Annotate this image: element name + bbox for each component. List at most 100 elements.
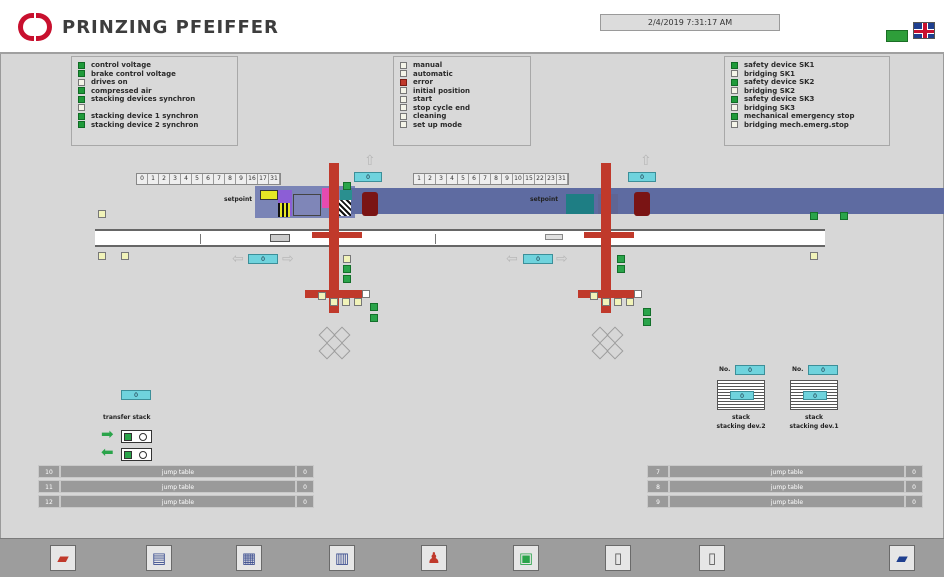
product-block-grey	[293, 194, 321, 216]
jump-table-row[interactable]: 7 jump table 0	[647, 465, 923, 478]
transfer-toggle-1[interactable]	[121, 430, 152, 443]
jump-table-button[interactable]: jump table	[60, 495, 296, 508]
move-right-arrow-icon[interactable]: ⇨	[556, 252, 568, 266]
stack-graphic: 0	[790, 380, 838, 410]
slot-cell[interactable]: 22	[535, 174, 546, 184]
jump-table-button[interactable]: jump table	[669, 465, 905, 478]
counter-right[interactable]: 0	[628, 172, 656, 182]
move-left-arrow-icon[interactable]: ⇦	[506, 252, 518, 266]
jump-table-row[interactable]: 10 jump table 0	[38, 465, 314, 478]
status-panel-machine: control voltage brake control voltage driv…	[71, 56, 238, 146]
toolbar-button[interactable]: ▤	[146, 545, 172, 571]
jump-table-value: 0	[296, 465, 314, 478]
jump-table-row[interactable]: 11 jump table 0	[38, 480, 314, 493]
slot-cell[interactable]: 16	[247, 174, 258, 184]
stack-count[interactable]: 0	[803, 391, 827, 400]
transfer-right-arrow-icon[interactable]: ➡	[101, 427, 114, 442]
language-flag-icon[interactable]	[913, 22, 935, 39]
slot-cell[interactable]: 0	[137, 174, 148, 184]
transfer-left-arrow-icon[interactable]: ⬅	[101, 445, 114, 460]
status-label: bridging mech.emerg.stop	[744, 120, 849, 129]
indicator-led	[343, 265, 351, 273]
slot-cell[interactable]: 1	[414, 174, 425, 184]
setpoint-label-right: setpoint	[530, 196, 559, 203]
toolbar-button[interactable]: ▥	[329, 545, 355, 571]
counter-left[interactable]: 0	[354, 172, 382, 182]
toolbar-button[interactable]: ♟	[421, 545, 447, 571]
slot-cell[interactable]: 1	[148, 174, 159, 184]
status-row: safety device SK3	[731, 95, 883, 104]
gripper-right	[634, 192, 650, 216]
slot-cell[interactable]: 5	[192, 174, 203, 184]
slot-cell[interactable]: 31	[557, 174, 568, 184]
stack-count[interactable]: 0	[730, 391, 754, 400]
jump-table-number: 10	[38, 465, 60, 478]
toolbar-button[interactable]: ▯	[605, 545, 631, 571]
slot-cell[interactable]: 6	[203, 174, 214, 184]
position-right[interactable]: 0	[523, 254, 553, 264]
slot-cell[interactable]: 9	[502, 174, 513, 184]
indicator-led	[330, 298, 338, 306]
slot-cell[interactable]: 9	[236, 174, 247, 184]
status-led-icon	[731, 70, 738, 78]
slot-cell[interactable]: 7	[480, 174, 491, 184]
slot-cell[interactable]: 5	[458, 174, 469, 184]
toolbar-button[interactable]: ▰	[889, 545, 915, 571]
slot-cell[interactable]: 15	[524, 174, 535, 184]
slot-cell[interactable]: 10	[513, 174, 524, 184]
status-led-icon	[731, 104, 738, 112]
jump-table-row[interactable]: 9 jump table 0	[647, 495, 923, 508]
slot-cell[interactable]: 2	[425, 174, 436, 184]
slot-cell[interactable]: 3	[436, 174, 447, 184]
status-row	[78, 104, 231, 113]
slot-cell[interactable]: 8	[225, 174, 236, 184]
slot-cell[interactable]: 3	[170, 174, 181, 184]
jump-table-value: 0	[296, 480, 314, 493]
status-label: set up mode	[413, 120, 462, 129]
slot-cell[interactable]: 7	[214, 174, 225, 184]
position-left[interactable]: 0	[248, 254, 278, 264]
indicator-led	[634, 290, 642, 298]
product-block-teal-right	[566, 194, 594, 214]
status-label: safety device SK2	[744, 78, 815, 87]
carriage-left	[305, 290, 367, 298]
stack-no-value[interactable]: 0	[735, 365, 765, 375]
slot-cell[interactable]: 17	[258, 174, 269, 184]
status-label: drives on	[91, 78, 128, 87]
slot-cell[interactable]: 4	[447, 174, 458, 184]
slot-cell[interactable]: 23	[546, 174, 557, 184]
jump-table-button[interactable]: jump table	[669, 495, 905, 508]
status-row: stacking device 1 synchron	[78, 112, 231, 121]
status-label: safety device SK3	[744, 95, 815, 104]
toolbar-button[interactable]: ▣	[513, 545, 539, 571]
slot-cell[interactable]: 31	[269, 174, 280, 184]
toolbar-button[interactable]: ▦	[236, 545, 262, 571]
slot-cell[interactable]: 4	[181, 174, 192, 184]
move-up-arrow-icon[interactable]: ⇧	[640, 154, 652, 168]
jump-table-button[interactable]: jump table	[60, 465, 296, 478]
transfer-toggle-2[interactable]	[121, 448, 152, 461]
jump-table-button[interactable]: jump table	[669, 480, 905, 493]
product-block-yellow	[260, 190, 278, 200]
slot-cell[interactable]: 6	[469, 174, 480, 184]
indicator-led	[626, 298, 634, 306]
indicator-led	[810, 252, 818, 260]
status-row: error	[400, 78, 524, 87]
jump-table-button[interactable]: jump table	[60, 480, 296, 493]
status-row: start	[400, 95, 524, 104]
toolbar-button[interactable]: ▯	[699, 545, 725, 571]
move-left-arrow-icon[interactable]: ⇦	[232, 252, 244, 266]
move-up-arrow-icon[interactable]: ⇧	[364, 154, 376, 168]
status-row: safety device SK1	[731, 61, 883, 70]
transfer-stack-value[interactable]: 0	[121, 390, 151, 400]
slot-cell[interactable]: 2	[159, 174, 170, 184]
jump-table-row[interactable]: 8 jump table 0	[647, 480, 923, 493]
indicator-led	[643, 318, 651, 326]
stack-no-value[interactable]: 0	[808, 365, 838, 375]
indicator-led	[343, 275, 351, 283]
toolbar-button[interactable]: ▰	[50, 545, 76, 571]
move-right-arrow-icon[interactable]: ⇨	[282, 252, 294, 266]
slot-cell[interactable]: 8	[491, 174, 502, 184]
indicator-led	[602, 298, 610, 306]
jump-table-row[interactable]: 12 jump table 0	[38, 495, 314, 508]
